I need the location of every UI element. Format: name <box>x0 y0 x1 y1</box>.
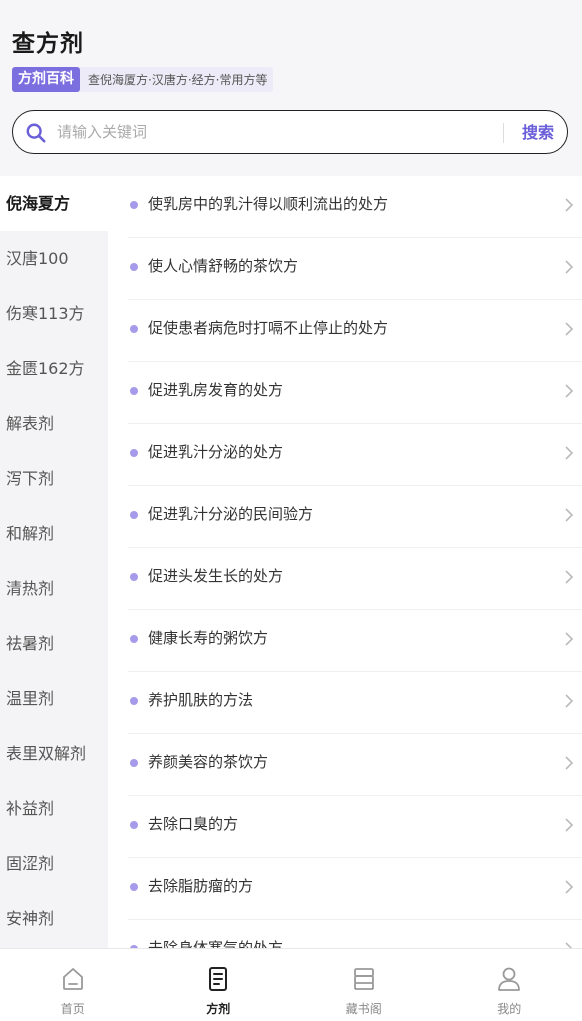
list-item-title: 养护肌肤的方法 <box>148 689 253 710</box>
chevron-right-icon <box>564 383 574 399</box>
tab-label: 首页 <box>0 1000 146 1017</box>
list-item-title: 促进乳汁分泌的处方 <box>148 441 283 462</box>
user-icon <box>495 965 523 993</box>
list-item[interactable]: 养颜美容的茶饮方 <box>128 734 582 796</box>
bottom-tab-bar: 首页 方剂 藏书阁 我的 <box>0 948 582 1021</box>
list-item-title: 促进头发生长的处方 <box>148 565 283 586</box>
chevron-right-icon <box>564 817 574 833</box>
chevron-right-icon <box>564 693 574 709</box>
bullet-dot <box>130 573 138 581</box>
bullet-dot <box>130 821 138 829</box>
sidebar-item-qushu[interactable]: 祛暑剂 <box>0 616 108 671</box>
chevron-right-icon <box>564 445 574 461</box>
home-icon <box>59 965 87 993</box>
list-item-title: 使乳房中的乳汁得以顺利流出的处方 <box>148 193 388 214</box>
list-item-title: 去除脂肪瘤的方 <box>148 875 253 896</box>
bullet-dot <box>130 883 138 891</box>
list-item[interactable]: 去除身体寒气的处方 <box>128 920 582 948</box>
sidebar-item-nihaixia[interactable]: 倪海夏方 <box>0 176 108 231</box>
list-item[interactable]: 促使患者病危时打嗝不止停止的处方 <box>128 300 582 362</box>
list-item[interactable]: 使人心情舒畅的茶饮方 <box>128 238 582 300</box>
tab-label: 方剂 <box>146 1000 292 1017</box>
search-input[interactable] <box>57 119 497 145</box>
bullet-dot <box>130 697 138 705</box>
tab-profile[interactable]: 我的 <box>437 949 582 1021</box>
category-sidebar: 倪海夏方 汉唐100 伤寒113方 金匮162方 解表剂 泻下剂 和解剂 清热剂… <box>0 176 108 948</box>
sidebar-item-shanghan113[interactable]: 伤寒113方 <box>0 286 108 341</box>
list-item-title: 养颜美容的茶饮方 <box>148 751 268 772</box>
tab-prescription[interactable]: 方剂 <box>146 949 292 1021</box>
tab-label: 藏书阁 <box>291 1000 437 1017</box>
bullet-dot <box>130 201 138 209</box>
bullet-dot <box>130 325 138 333</box>
category-badge: 方剂百科 <box>12 67 80 92</box>
list-item-title: 促进乳房发育的处方 <box>148 379 283 400</box>
bullet-dot <box>130 511 138 519</box>
list-item[interactable]: 促进乳房发育的处方 <box>128 362 582 424</box>
chevron-right-icon <box>564 631 574 647</box>
search-icon <box>25 122 47 144</box>
list-item-title: 使人心情舒畅的茶饮方 <box>148 255 298 276</box>
sidebar-item-guse[interactable]: 固涩剂 <box>0 836 108 891</box>
sidebar-item-qingre[interactable]: 清热剂 <box>0 561 108 616</box>
list-item[interactable]: 去除脂肪瘤的方 <box>128 858 582 920</box>
bullet-dot <box>130 387 138 395</box>
bullet-dot <box>130 449 138 457</box>
bullet-dot <box>130 759 138 767</box>
bullet-dot <box>130 635 138 643</box>
sidebar-item-xiexia[interactable]: 泻下剂 <box>0 451 108 506</box>
prescription-icon <box>204 965 232 993</box>
sidebar-item-hejie[interactable]: 和解剂 <box>0 506 108 561</box>
page-title: 查方剂 <box>12 24 84 58</box>
chevron-right-icon <box>564 321 574 337</box>
list-item-title: 促进乳汁分泌的民间验方 <box>148 503 313 524</box>
list-item-title: 健康长寿的粥饮方 <box>148 627 268 648</box>
list-item[interactable]: 去除口臭的方 <box>128 796 582 858</box>
chevron-right-icon <box>564 879 574 895</box>
search-divider <box>503 123 504 143</box>
chevron-right-icon <box>564 507 574 523</box>
sidebar-item-jiebiao[interactable]: 解表剂 <box>0 396 108 451</box>
sidebar-item-buyi[interactable]: 补益剂 <box>0 781 108 836</box>
list-item[interactable]: 促进头发生长的处方 <box>128 548 582 610</box>
chevron-right-icon <box>564 941 574 948</box>
subtitle: 查倪海厦方·汉唐方·经方·常用方等 <box>88 71 267 88</box>
list-item[interactable]: 养护肌肤的方法 <box>128 672 582 734</box>
chevron-right-icon <box>564 259 574 275</box>
header: 查方剂 方剂百科 查倪海厦方·汉唐方·经方·常用方等 搜索 <box>0 0 582 176</box>
tab-label: 我的 <box>437 1000 582 1017</box>
list-item[interactable]: 促进乳汁分泌的民间验方 <box>128 486 582 548</box>
search-button[interactable]: 搜索 <box>515 121 561 145</box>
tab-home[interactable]: 首页 <box>0 949 146 1021</box>
search-bar: 搜索 <box>12 110 568 154</box>
bullet-dot <box>130 263 138 271</box>
sidebar-item-biaolishuangjie[interactable]: 表里双解剂 <box>0 726 108 781</box>
list-item[interactable]: 促进乳汁分泌的处方 <box>128 424 582 486</box>
list-item[interactable]: 使乳房中的乳汁得以顺利流出的处方 <box>128 176 582 238</box>
sidebar-item-wenli[interactable]: 温里剂 <box>0 671 108 726</box>
tab-library[interactable]: 藏书阁 <box>291 949 437 1021</box>
prescription-list: 使乳房中的乳汁得以顺利流出的处方 使人心情舒畅的茶饮方 促使患者病危时打嗝不止停… <box>108 176 582 948</box>
list-item-title: 去除口臭的方 <box>148 813 238 834</box>
list-item[interactable]: 健康长寿的粥饮方 <box>128 610 582 672</box>
library-icon <box>350 965 378 993</box>
chevron-right-icon <box>564 569 574 585</box>
sidebar-item-hantang100[interactable]: 汉唐100 <box>0 231 108 286</box>
list-item-title: 去除身体寒气的处方 <box>148 937 283 948</box>
list-item-title: 促使患者病危时打嗝不止停止的处方 <box>148 317 388 338</box>
sidebar-item-jingui162[interactable]: 金匮162方 <box>0 341 108 396</box>
chevron-right-icon <box>564 755 574 771</box>
chevron-right-icon <box>564 197 574 213</box>
subtitle-row: 方剂百科 查倪海厦方·汉唐方·经方·常用方等 <box>12 67 273 92</box>
sidebar-item-anshen[interactable]: 安神剂 <box>0 891 108 946</box>
